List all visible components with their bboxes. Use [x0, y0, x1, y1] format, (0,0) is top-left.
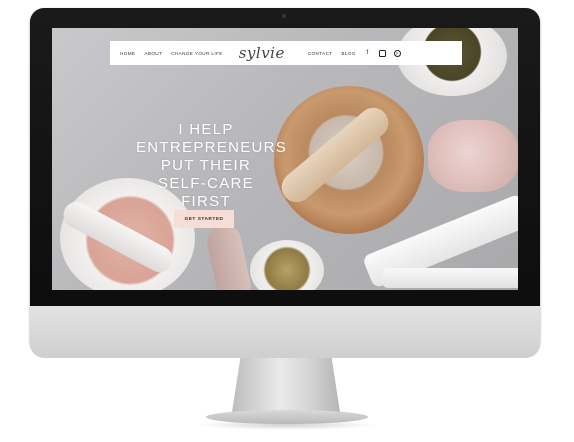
nav-blog[interactable]: BLOG — [342, 51, 356, 56]
instagram-icon[interactable] — [378, 49, 386, 57]
hero-line-1: I HELP — [178, 121, 234, 138]
monitor-stand — [232, 356, 340, 412]
monitor-chin — [30, 306, 540, 358]
facebook-icon[interactable]: f — [364, 50, 371, 57]
cream-tube-image-2 — [382, 268, 518, 288]
get-started-button[interactable]: GET STARTED — [174, 210, 234, 228]
website-screen: HOME ABOUT CHANGE YOUR LIFE sylvie CONTA… — [52, 28, 518, 290]
monitor-stand-base — [206, 410, 368, 424]
hero-line-2: ENTREPRENEURS — [136, 139, 288, 156]
hero-line-4: SELF-CARE FIRST — [158, 175, 254, 210]
nav-change-your-life[interactable]: CHANGE YOUR LIFE — [171, 51, 223, 56]
nav-contact[interactable]: CONTACT — [308, 51, 333, 56]
nav-about[interactable]: ABOUT — [144, 51, 162, 56]
chamomile-bowl-image — [250, 240, 324, 290]
pink-jar-image — [428, 120, 518, 192]
hero-line-3: PUT THEIR — [160, 157, 252, 174]
site-navigation: HOME ABOUT CHANGE YOUR LIFE sylvie CONTA… — [110, 41, 462, 65]
site-logo[interactable]: sylvie — [239, 44, 285, 62]
camera-icon — [282, 14, 286, 18]
hero-headline: I HELP ENTREPRENEURS PUT THEIR SELF-CARE… — [136, 121, 288, 211]
nav-home[interactable]: HOME — [120, 51, 135, 56]
pinterest-icon[interactable]: p — [393, 49, 401, 57]
pink-stone-image — [204, 221, 254, 290]
social-links: f p — [356, 49, 401, 57]
